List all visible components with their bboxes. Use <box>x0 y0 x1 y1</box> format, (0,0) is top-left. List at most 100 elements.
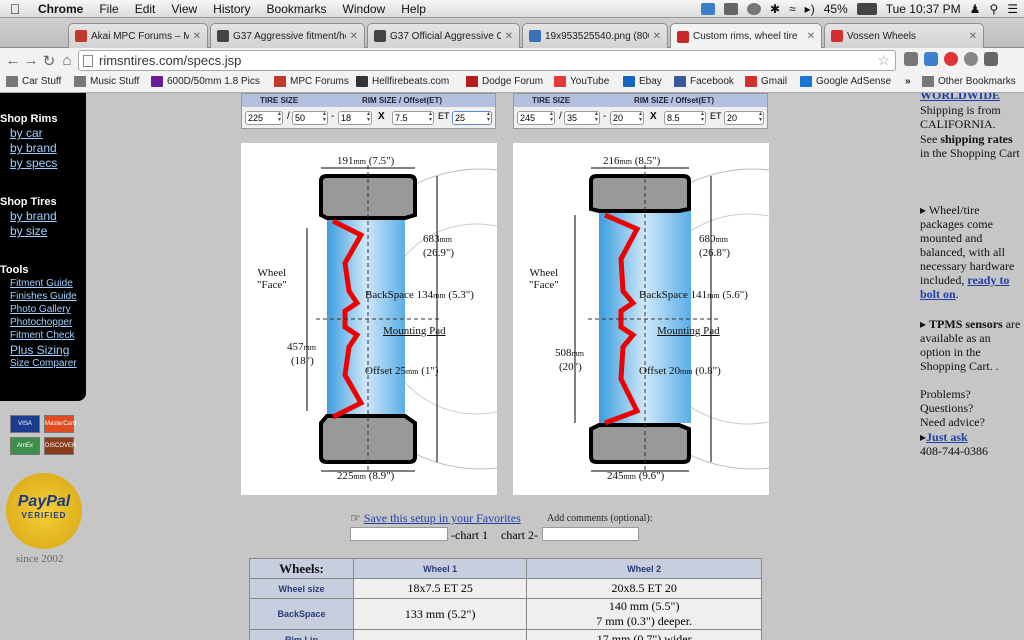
fitment-check-link[interactable]: Fitment Check <box>10 330 74 341</box>
forward-icon[interactable]: → <box>22 52 40 69</box>
rims-by-specs-link[interactable]: by specs <box>10 156 57 170</box>
chart2-comment-input[interactable] <box>542 527 639 541</box>
photochopper-link[interactable]: Photochopper <box>10 317 72 328</box>
bookmark-music-stuff[interactable]: Music Stuff <box>74 76 139 87</box>
menu-icon[interactable] <box>984 52 998 66</box>
wifi-icon[interactable]: ≈ <box>789 2 796 16</box>
tires-by-size-link[interactable]: by size <box>10 224 47 238</box>
translate-icon[interactable] <box>924 52 938 66</box>
bookmark-adsense[interactable]: Google AdSense <box>800 76 891 87</box>
tab-custom-rims[interactable]: Custom rims, wheel tire ✕ <box>670 23 822 49</box>
tpms-heading: TPMS sensors <box>929 317 1003 331</box>
tires-by-brand-link[interactable]: by brand <box>10 209 57 223</box>
bookmark-600d[interactable]: 600D/50mm 1.8 Pics <box>151 76 260 87</box>
bookmark-youtube[interactable]: YouTube <box>554 76 609 87</box>
wheel2-aspect-select[interactable]: 35 <box>564 111 600 125</box>
bookmark-hellfire[interactable]: Hellfirebeats.com <box>356 76 449 87</box>
menu-file[interactable]: File <box>91 2 126 16</box>
apple-menu-icon[interactable]:  <box>0 1 30 17</box>
wheel2-tire-width-select[interactable]: 245 <box>517 111 555 125</box>
just-ask-link[interactable]: Just ask <box>926 430 968 444</box>
close-tab-icon[interactable]: ✕ <box>969 31 977 42</box>
pointing-hand-icon: ☞ <box>350 511 361 525</box>
close-tab-icon[interactable]: ✕ <box>653 31 661 42</box>
user-icon[interactable]: ♟ <box>970 2 981 16</box>
bookmark-mpc-forums[interactable]: MPC Forums <box>274 76 349 87</box>
back-icon[interactable]: ← <box>4 52 22 69</box>
volume-icon[interactable]: ▸) <box>805 2 815 16</box>
wheel1-aspect-select[interactable]: 50 <box>292 111 328 125</box>
rims-by-car-link[interactable]: by car <box>10 126 43 140</box>
page-icon <box>83 55 93 67</box>
opera-icon[interactable] <box>944 52 958 66</box>
packages-text: ▸ Wheel/tire packages come mounted and b… <box>920 203 1024 301</box>
address-bar[interactable]: rimsntires.com/specs.jsp ☆ <box>78 50 896 71</box>
menu-app[interactable]: Chrome <box>30 2 91 16</box>
cell: 133 mm (5.2") <box>352 598 528 630</box>
wheel1-offset-select[interactable]: 25 <box>452 111 492 125</box>
menu-window[interactable]: Window <box>335 2 394 16</box>
wheel2-rim-select[interactable]: 20 <box>610 111 644 125</box>
image-favicon-icon <box>529 30 541 42</box>
save-favorites: ☞ Save this setup in your Favorites <box>350 511 521 526</box>
paypal-text: PayPal <box>17 493 71 510</box>
extension-icon[interactable] <box>904 52 918 66</box>
phone-number: 408-744-0386 <box>920 444 988 458</box>
tab-png[interactable]: 19x953525540.png (800 ✕ <box>522 23 668 48</box>
close-tab-icon[interactable]: ✕ <box>807 31 815 42</box>
time-machine-icon[interactable] <box>747 3 762 15</box>
bookmark-ebay[interactable]: Ebay <box>623 76 662 87</box>
menu-edit[interactable]: Edit <box>127 2 164 16</box>
unit: mm <box>707 291 720 300</box>
value-in: (9.6") <box>638 470 665 482</box>
wheel2-offset-select[interactable]: 20 <box>724 111 764 125</box>
see-text: See <box>920 132 938 146</box>
menu-history[interactable]: History <box>205 2 258 16</box>
bookmark-star-icon[interactable]: ☆ <box>877 51 890 70</box>
tab-g37-offset[interactable]: G37 Official Aggressive Offse ✕ <box>367 23 520 48</box>
tab-g37-fitment[interactable]: G37 Aggressive fitment/hellaf ✕ <box>210 23 365 48</box>
rims-by-brand-link[interactable]: by brand <box>10 141 57 155</box>
close-tab-icon[interactable]: ✕ <box>505 31 513 42</box>
bookmark-other[interactable]: Other Bookmarks <box>922 76 1016 87</box>
menu-help[interactable]: Help <box>393 2 434 16</box>
chart1-label: -chart 1 <box>451 528 488 542</box>
dropbox-icon[interactable] <box>724 3 739 15</box>
worldwide-link[interactable]: WORLDWIDE <box>920 93 1000 102</box>
bookmark-facebook[interactable]: Facebook <box>674 76 734 87</box>
bluetooth-icon[interactable]: ✱ <box>770 2 780 16</box>
url-text: rimsntires.com/specs.jsp <box>99 53 242 68</box>
wheel1-cross-section <box>306 165 497 473</box>
bookmark-gmail[interactable]: Gmail <box>745 76 787 87</box>
close-tab-icon[interactable]: ✕ <box>350 31 358 42</box>
wheel1-rim-width-select[interactable]: 7.5 <box>392 111 434 125</box>
bookmark-car-stuff[interactable]: Car Stuff <box>6 76 61 87</box>
tab-vossen[interactable]: Vossen Wheels ✕ <box>824 23 984 48</box>
search-ext-icon[interactable] <box>964 52 978 66</box>
reload-icon[interactable]: ↻ <box>40 52 58 70</box>
wheel1-tire-width-select[interactable]: 225 <box>245 111 283 125</box>
wheel1-rim-select[interactable]: 18 <box>338 111 372 125</box>
tab-akai[interactable]: Akai MPC Forums – MPC ✕ <box>68 23 208 48</box>
finishes-guide-link[interactable]: Finishes Guide <box>10 291 77 302</box>
notification-icon[interactable]: ☰ <box>1007 2 1018 16</box>
spotlight-icon[interactable]: ⚲ <box>989 2 998 16</box>
bookmark-dodge[interactable]: Dodge Forum <box>466 76 543 87</box>
save-favorites-link[interactable]: Save this setup in your Favorites <box>364 511 521 525</box>
wheel2-rim-width-select[interactable]: 8.5 <box>664 111 706 125</box>
home-icon[interactable]: ⌂ <box>58 52 76 69</box>
cell-line: 7 mm (0.3") deeper. <box>596 614 693 628</box>
clock[interactable]: Tue 10:37 PM <box>886 2 961 16</box>
close-tab-icon[interactable]: ✕ <box>193 31 201 42</box>
fitment-guide-link[interactable]: Fitment Guide <box>10 278 73 289</box>
plus-sizing-link[interactable]: Plus Sizing <box>10 343 69 357</box>
twitter-icon[interactable] <box>701 3 716 15</box>
chart1-comment-input[interactable] <box>350 527 448 541</box>
photo-gallery-link[interactable]: Photo Gallery <box>10 304 71 315</box>
battery-text[interactable]: 45% <box>824 2 848 16</box>
bookmarks-overflow[interactable]: » <box>905 76 911 87</box>
menu-bookmarks[interactable]: Bookmarks <box>259 2 335 16</box>
size-comparer-link[interactable]: Size Comparer <box>10 358 77 369</box>
unit: mm <box>715 235 728 244</box>
menu-view[interactable]: View <box>163 2 205 16</box>
